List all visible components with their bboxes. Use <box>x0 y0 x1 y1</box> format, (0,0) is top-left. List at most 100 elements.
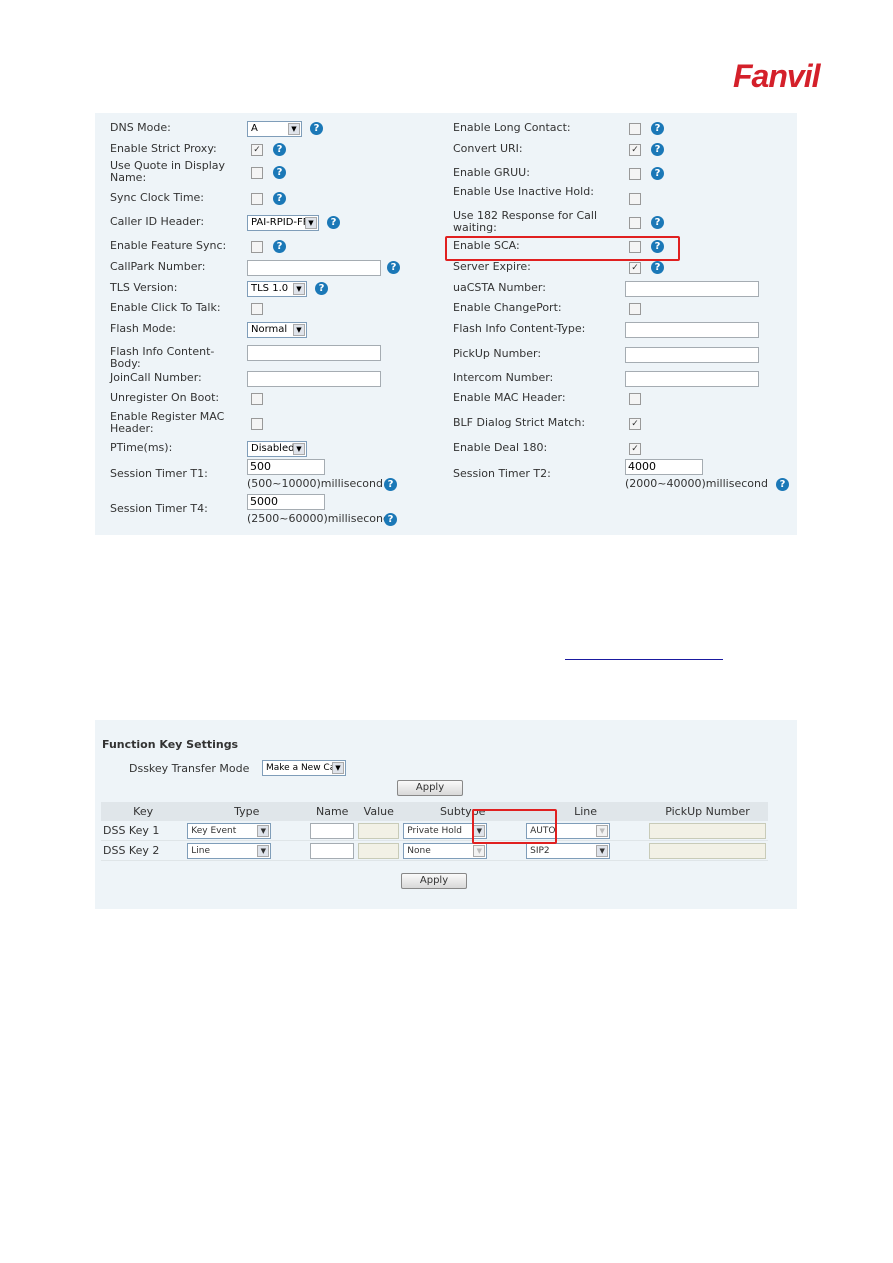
field-label: JoinCall Number: <box>110 371 202 384</box>
timer-input[interactable]: 4000 <box>625 459 703 475</box>
help-icon[interactable]: ? <box>384 478 397 491</box>
pickup-input[interactable] <box>649 822 766 839</box>
timer-input[interactable]: 500 <box>247 459 325 475</box>
select-value: PAI-RPID-FF <box>251 217 309 228</box>
field-label: Enable Use Inactive Hold: <box>453 185 594 198</box>
type-value: Line <box>191 845 211 856</box>
field-label: Intercom Number: <box>453 371 554 384</box>
checkbox[interactable] <box>251 393 263 405</box>
name-cell <box>308 821 357 841</box>
line-value: SIP2 <box>530 845 550 856</box>
help-icon[interactable]: ? <box>651 216 664 229</box>
name-input[interactable] <box>310 842 355 859</box>
chevron-down-icon: ▼ <box>257 844 270 857</box>
field-label: Enable Long Contact: <box>453 121 571 134</box>
help-icon[interactable]: ? <box>651 240 664 253</box>
checkbox[interactable] <box>629 123 641 135</box>
chevron-down-icon: ▼ <box>305 217 317 229</box>
checkbox[interactable] <box>251 241 263 253</box>
help-icon[interactable]: ? <box>651 261 664 274</box>
checkbox[interactable] <box>251 167 263 179</box>
select-value: A <box>251 123 258 134</box>
help-icon[interactable]: ? <box>651 122 664 135</box>
help-icon[interactable]: ? <box>387 261 400 274</box>
field-label: Enable Register MAC Header: <box>110 410 225 435</box>
help-icon[interactable]: ? <box>273 166 286 179</box>
column-header-pickup-number: PickUp Number <box>647 802 768 821</box>
select-field[interactable]: A ▼ <box>247 121 302 137</box>
text-input[interactable] <box>247 345 381 361</box>
pickup-cell <box>647 821 768 841</box>
checkbox[interactable] <box>629 193 641 205</box>
field-label: Flash Info Content-Body: <box>110 345 215 370</box>
checkbox[interactable] <box>629 393 641 405</box>
transfer-mode-select[interactable]: Make a New Call ▼ <box>262 760 346 776</box>
checkbox[interactable]: ✓ <box>629 262 641 274</box>
select-field[interactable]: PAI-RPID-FF ▼ <box>247 215 319 231</box>
section-title: Function Key Settings <box>102 738 239 751</box>
field-label: Use 182 Response for Call waiting: <box>453 209 598 234</box>
field-label: TLS Version: <box>110 281 178 294</box>
help-icon[interactable]: ? <box>651 143 664 156</box>
checkbox[interactable] <box>629 303 641 315</box>
pickup-cell <box>647 840 768 861</box>
checkbox[interactable]: ✓ <box>251 144 263 156</box>
chevron-down-icon: ▼ <box>473 844 486 857</box>
name-input[interactable] <box>310 822 355 839</box>
timer-range-hint: (2000~40000)millisecond <box>625 477 768 490</box>
type-select[interactable]: Key Event ▼ <box>187 822 272 839</box>
highlight-subtype <box>472 809 557 844</box>
fanvil-logo: Fanvil <box>733 58 820 94</box>
checkbox[interactable] <box>629 168 641 180</box>
apply-button-bottom[interactable]: Apply <box>401 873 467 889</box>
text-input[interactable] <box>247 371 381 387</box>
checkbox[interactable] <box>251 418 263 430</box>
pickup-input[interactable] <box>649 842 766 859</box>
text-input[interactable] <box>625 371 759 387</box>
help-icon[interactable]: ? <box>310 122 323 135</box>
timer-input[interactable]: 5000 <box>247 494 325 510</box>
help-icon[interactable]: ? <box>273 240 286 253</box>
select-field[interactable]: TLS 1.0 ▼ <box>247 281 307 297</box>
field-label: Unregister On Boot: <box>110 391 220 404</box>
help-icon[interactable]: ? <box>327 216 340 229</box>
help-icon[interactable]: ? <box>651 167 664 180</box>
value-input[interactable] <box>358 822 400 839</box>
checkbox[interactable]: ✓ <box>629 443 641 455</box>
text-input[interactable] <box>625 347 759 363</box>
help-icon[interactable]: ? <box>273 192 286 205</box>
checkbox[interactable]: ✓ <box>629 418 641 430</box>
checkbox[interactable] <box>251 303 263 315</box>
help-icon[interactable]: ? <box>384 513 397 526</box>
field-label: BLF Dialog Strict Match: <box>453 416 586 429</box>
value-cell <box>356 840 402 861</box>
field-label: Enable Deal 180: <box>453 441 548 454</box>
help-icon[interactable]: ? <box>776 478 789 491</box>
table-row: DSS Key 2 Line ▼ None ▼ SIP2 ▼ <box>101 840 768 861</box>
timer-range-hint: (2500~60000)millisecond <box>247 512 390 525</box>
apply-button-top[interactable]: Apply <box>397 780 463 796</box>
line-select[interactable]: SIP2 ▼ <box>526 842 611 859</box>
checkbox[interactable] <box>629 241 641 253</box>
help-icon[interactable]: ? <box>315 282 328 295</box>
hyperlink-underline[interactable] <box>565 659 723 660</box>
checkbox[interactable] <box>629 217 641 229</box>
field-label: Server Expire: <box>453 260 531 273</box>
chevron-down-icon: ▼ <box>332 762 344 774</box>
select-field[interactable]: Normal ▼ <box>247 322 307 338</box>
column-header-name: Name <box>308 802 357 821</box>
field-label: Enable Feature Sync: <box>110 239 227 252</box>
field-label: Session Timer T2: <box>453 467 551 480</box>
text-input[interactable] <box>625 322 759 338</box>
subtype-select[interactable]: None ▼ <box>403 842 488 859</box>
checkbox[interactable] <box>251 193 263 205</box>
select-field[interactable]: Disabled ▼ <box>247 441 307 457</box>
field-label: Session Timer T4: <box>110 502 208 515</box>
text-input[interactable] <box>247 260 381 276</box>
value-input[interactable] <box>358 842 400 859</box>
type-select[interactable]: Line ▼ <box>187 842 272 859</box>
field-label: Enable ChangePort: <box>453 301 562 314</box>
checkbox[interactable]: ✓ <box>629 144 641 156</box>
help-icon[interactable]: ? <box>273 143 286 156</box>
text-input[interactable] <box>625 281 759 297</box>
